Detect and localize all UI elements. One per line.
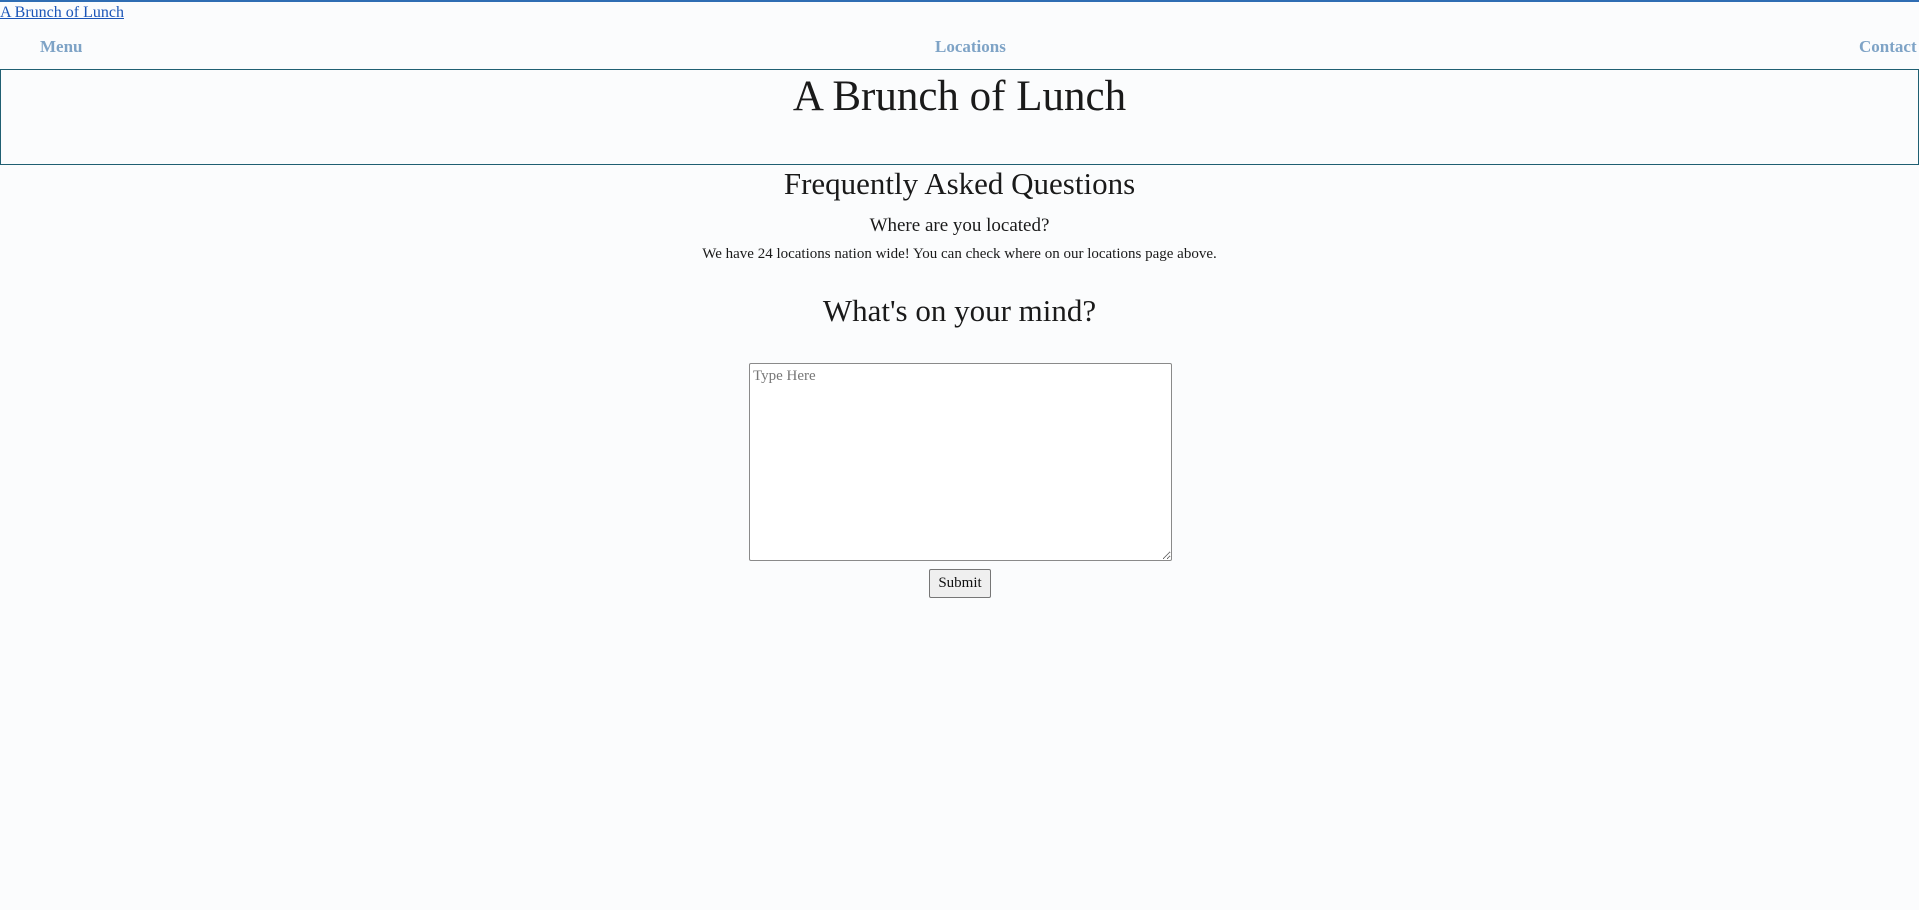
- nav-item-menu[interactable]: Menu: [40, 37, 83, 57]
- feedback-textarea[interactable]: [749, 363, 1172, 561]
- submit-button[interactable]: Submit: [929, 569, 991, 598]
- faq-answer: We have 24 locations nation wide! You ca…: [702, 246, 1217, 262]
- faq-question: Where are you located?: [869, 215, 1050, 236]
- site-title: A Brunch of Lunch: [792, 73, 1127, 120]
- top-accent-rule: [0, 0, 1919, 2]
- faq-heading: Frequently Asked Questions: [783, 166, 1136, 201]
- nav-item-locations[interactable]: Locations: [935, 37, 1006, 57]
- feedback-heading: What's on your mind?: [822, 293, 1097, 328]
- nav-item-contact[interactable]: Contact: [1859, 37, 1917, 57]
- site-banner: A Brunch of Lunch: [0, 69, 1919, 165]
- home-link[interactable]: A Brunch of Lunch: [0, 4, 124, 22]
- main-nav: Menu Locations Contact: [0, 37, 1919, 59]
